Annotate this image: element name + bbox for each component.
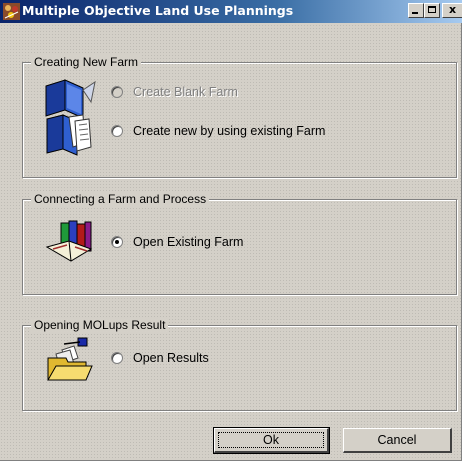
ok-button[interactable]: Ok [213,427,330,454]
open-results-label[interactable]: Open Results [133,351,209,365]
connecting-farm-legend: Connecting a Farm and Process [31,192,210,206]
app-icon [3,3,20,20]
create-from-existing-label[interactable]: Create new by using existing Farm [133,124,325,138]
books-icon [45,220,93,262]
maximize-icon [428,6,436,13]
open-existing-farm-label[interactable]: Open Existing Farm [133,235,243,249]
open-results-radio[interactable] [111,352,123,364]
create-blank-farm-label: Create Blank Farm [133,85,238,99]
opening-results-legend: Opening MOLups Result [31,318,169,332]
create-from-existing-radio[interactable] [111,125,123,137]
create-from-existing-option[interactable]: Create new by using existing Farm [111,124,325,138]
create-blank-farm-radio [111,86,123,98]
close-button[interactable]: x [442,3,462,18]
open-folder-icon [47,337,93,381]
open-existing-farm-radio[interactable] [111,236,123,248]
close-icon: x [448,3,457,16]
creating-new-farm-legend: Creating New Farm [31,55,142,69]
minimize-icon [412,12,418,14]
cancel-label: Cancel [377,433,417,447]
title-bar[interactable]: Multiple Objective Land Use Plannings x [0,0,462,23]
maximize-button[interactable] [424,3,440,18]
open-existing-farm-option[interactable]: Open Existing Farm [111,235,243,249]
open-results-option[interactable]: Open Results [111,351,209,365]
focus-rect [218,432,324,448]
dialog-window: Multiple Objective Land Use Plannings x … [0,0,462,461]
minimize-button[interactable] [408,3,424,18]
book-pages-icon [46,114,92,156]
create-blank-farm-option: Create Blank Farm [111,85,238,99]
cancel-button[interactable]: Cancel [343,428,452,453]
window-title: Multiple Objective Land Use Plannings [22,3,294,18]
